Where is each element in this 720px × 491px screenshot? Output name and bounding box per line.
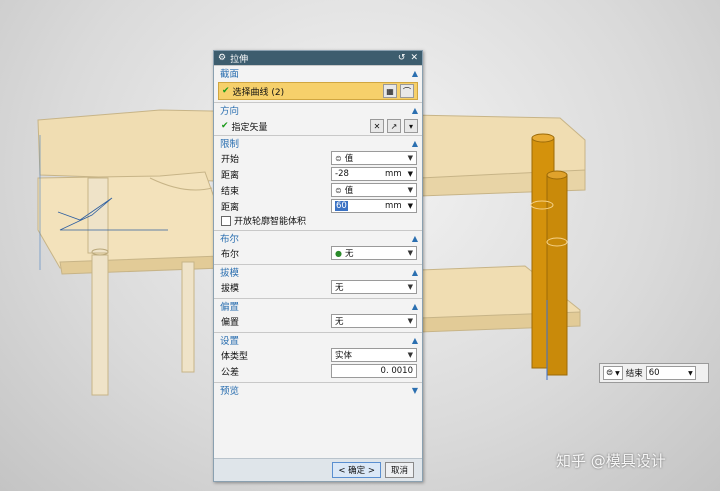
reverse-direction-icon[interactable]: ✕ (370, 119, 384, 133)
section-header-section[interactable]: 截面 ▲ (214, 65, 422, 80)
chevron-down-icon: ▼ (407, 283, 413, 291)
dialog-title-bar[interactable]: ⚙ 拉伸 ↺ ✕ (214, 51, 422, 65)
curve-icon[interactable]: ⌒ (400, 84, 414, 98)
chevron-up-icon[interactable]: ▲ (412, 268, 418, 277)
value-icon: ⊜ (606, 368, 614, 378)
check-icon: ✔ (222, 86, 230, 96)
boolean-row: 布尔 ● 无 ▼ (214, 245, 422, 261)
chevron-down-icon: ▼ (407, 249, 413, 257)
chevron-down-icon: ▼ (407, 351, 413, 359)
end-type-select[interactable]: ⊜ 值 ▼ (331, 183, 417, 197)
chevron-down-icon[interactable]: ▼ (408, 202, 413, 210)
draft-select[interactable]: 无 ▼ (331, 280, 417, 294)
section-header-preview[interactable]: 预览 ▼ (214, 382, 422, 397)
select-curve-label: 选择曲线 (2) (232, 87, 285, 98)
start-type-select[interactable]: ⊜ 值 ▼ (331, 151, 417, 165)
dialog-title: 拉伸 (230, 54, 249, 65)
gear-icon[interactable]: ⚙ (218, 53, 226, 63)
end-distance-row: 距离 60 mm ▼ (214, 198, 422, 214)
body-type-row: 体类型 实体 ▼ (214, 347, 422, 363)
chevron-up-icon[interactable]: ▲ (412, 69, 418, 78)
value-icon: ⊜ (335, 185, 342, 195)
open-profile-row[interactable]: 开放轮廓智能体积 (214, 214, 422, 227)
section-header-direction[interactable]: 方向 ▲ (214, 102, 422, 117)
chevron-up-icon[interactable]: ▲ (412, 234, 418, 243)
chevron-up-icon[interactable]: ▲ (412, 336, 418, 345)
specify-vector-label: 指定矢量 (231, 122, 268, 133)
end-distance-input[interactable]: 60 mm ▼ (331, 199, 417, 213)
specify-vector-row[interactable]: ✔ 指定矢量 ✕ ↗ ▾ (214, 117, 422, 135)
onscreen-end-input: ⊜ ▼ 结束 60 ▼ (599, 363, 709, 383)
body-type-select[interactable]: 实体 ▼ (331, 348, 417, 362)
chevron-down-icon: ▼ (407, 317, 413, 325)
onscreen-end-label: 结束 (625, 369, 643, 379)
section-header-limits[interactable]: 限制 ▲ (214, 135, 422, 150)
select-curve-row[interactable]: ✔ 选择曲线 (2) ▦ ⌒ (218, 82, 418, 100)
left-post-front (91, 254, 109, 396)
offset-select[interactable]: 无 ▼ (331, 314, 417, 328)
boolean-none-icon: ● (335, 248, 342, 258)
chevron-up-icon[interactable]: ▲ (412, 139, 418, 148)
draft-row: 拔模 无 ▼ (214, 279, 422, 295)
vector-dropdown-icon[interactable]: ▾ (404, 119, 418, 133)
check-icon: ✔ (221, 121, 229, 131)
chevron-down-icon: ▼ (688, 369, 693, 377)
watermark: 知乎 @模具设计 (556, 452, 666, 470)
sketch-section-icon[interactable]: ▦ (383, 84, 397, 98)
end-type-mini-select[interactable]: ⊜ ▼ (603, 366, 623, 380)
section-header-boolean[interactable]: 布尔 ▲ (214, 230, 422, 245)
end-row: 结束 ⊜ 值 ▼ (214, 182, 422, 198)
cancel-button[interactable]: 取消 (384, 462, 414, 478)
reset-icon[interactable]: ↺ (398, 53, 406, 63)
extrude-dialog: ⚙ 拉伸 ↺ ✕ 截面 ▲ ✔ 选择曲线 (2) ▦ ⌒ 方向 ▲ ✔ 指定矢量… (213, 50, 423, 482)
chevron-down-icon: ▼ (615, 369, 620, 377)
chevron-up-icon[interactable]: ▲ (412, 302, 418, 311)
start-row: 开始 ⊜ 值 ▼ (214, 150, 422, 166)
cylinder-short (546, 174, 568, 376)
onscreen-end-value[interactable]: 60 ▼ (645, 366, 696, 380)
open-profile-checkbox[interactable] (221, 215, 231, 226)
tolerance-input[interactable]: 0. 0010 (331, 364, 417, 378)
section-header-draft[interactable]: 拔模 ▲ (214, 264, 422, 279)
start-distance-input[interactable]: -28 mm ▼ (331, 167, 417, 181)
ok-button[interactable]: < 确定 > (332, 462, 381, 478)
section-header-offset[interactable]: 偏置 ▲ (214, 298, 422, 313)
close-icon[interactable]: ✕ (410, 53, 418, 63)
chevron-down-icon: ▼ (407, 154, 413, 162)
dialog-footer: < 确定 > 取消 (214, 458, 422, 481)
chevron-down-icon[interactable]: ▼ (408, 170, 413, 178)
boolean-select[interactable]: ● 无 ▼ (331, 246, 417, 260)
start-distance-row: 距离 -28 mm ▼ (214, 166, 422, 182)
chevron-up-icon[interactable]: ▲ (412, 106, 418, 115)
chevron-down-icon[interactable]: ▼ (412, 386, 418, 395)
value-icon: ⊜ (335, 153, 342, 163)
tolerance-row: 公差 0. 0010 (214, 363, 422, 379)
vector-icon[interactable]: ↗ (387, 119, 401, 133)
section-header-settings[interactable]: 设置 ▲ (214, 332, 422, 347)
chevron-down-icon: ▼ (407, 186, 413, 194)
offset-row: 偏置 无 ▼ (214, 313, 422, 329)
left-post-back (181, 261, 195, 373)
upper-plate-left (37, 171, 221, 269)
